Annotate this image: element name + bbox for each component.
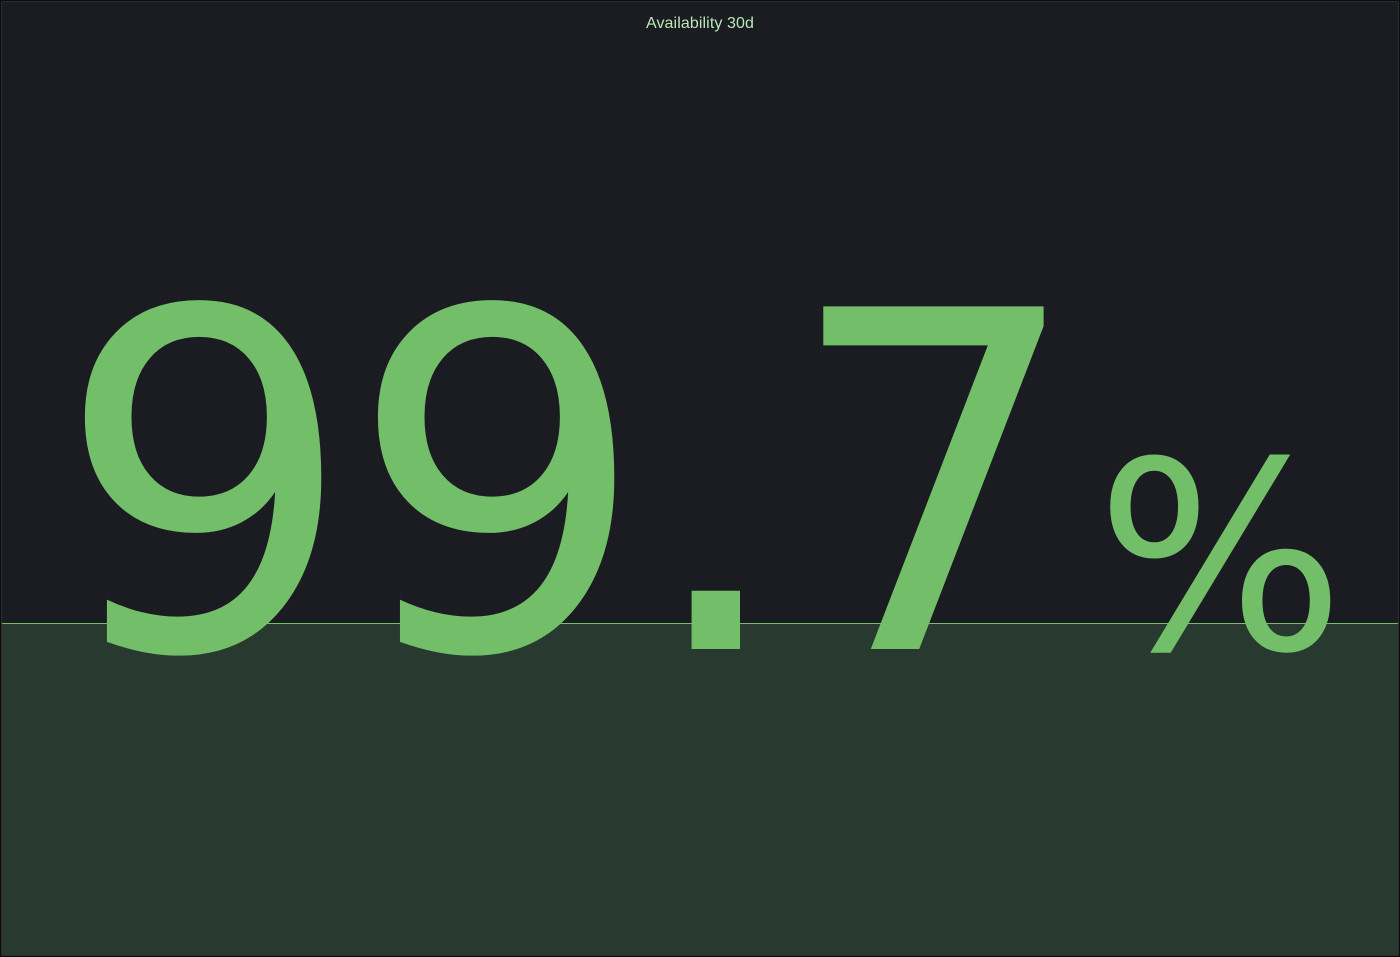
stat-unit: % (1095, 406, 1345, 711)
panel-title[interactable]: Availability 30d (2, 2, 1398, 46)
stat-value: 99.7% (2, 252, 1398, 722)
stat-number: 99.7 (55, 213, 1083, 760)
stat-panel[interactable]: Availability 30d 99.7% (1, 1, 1399, 956)
